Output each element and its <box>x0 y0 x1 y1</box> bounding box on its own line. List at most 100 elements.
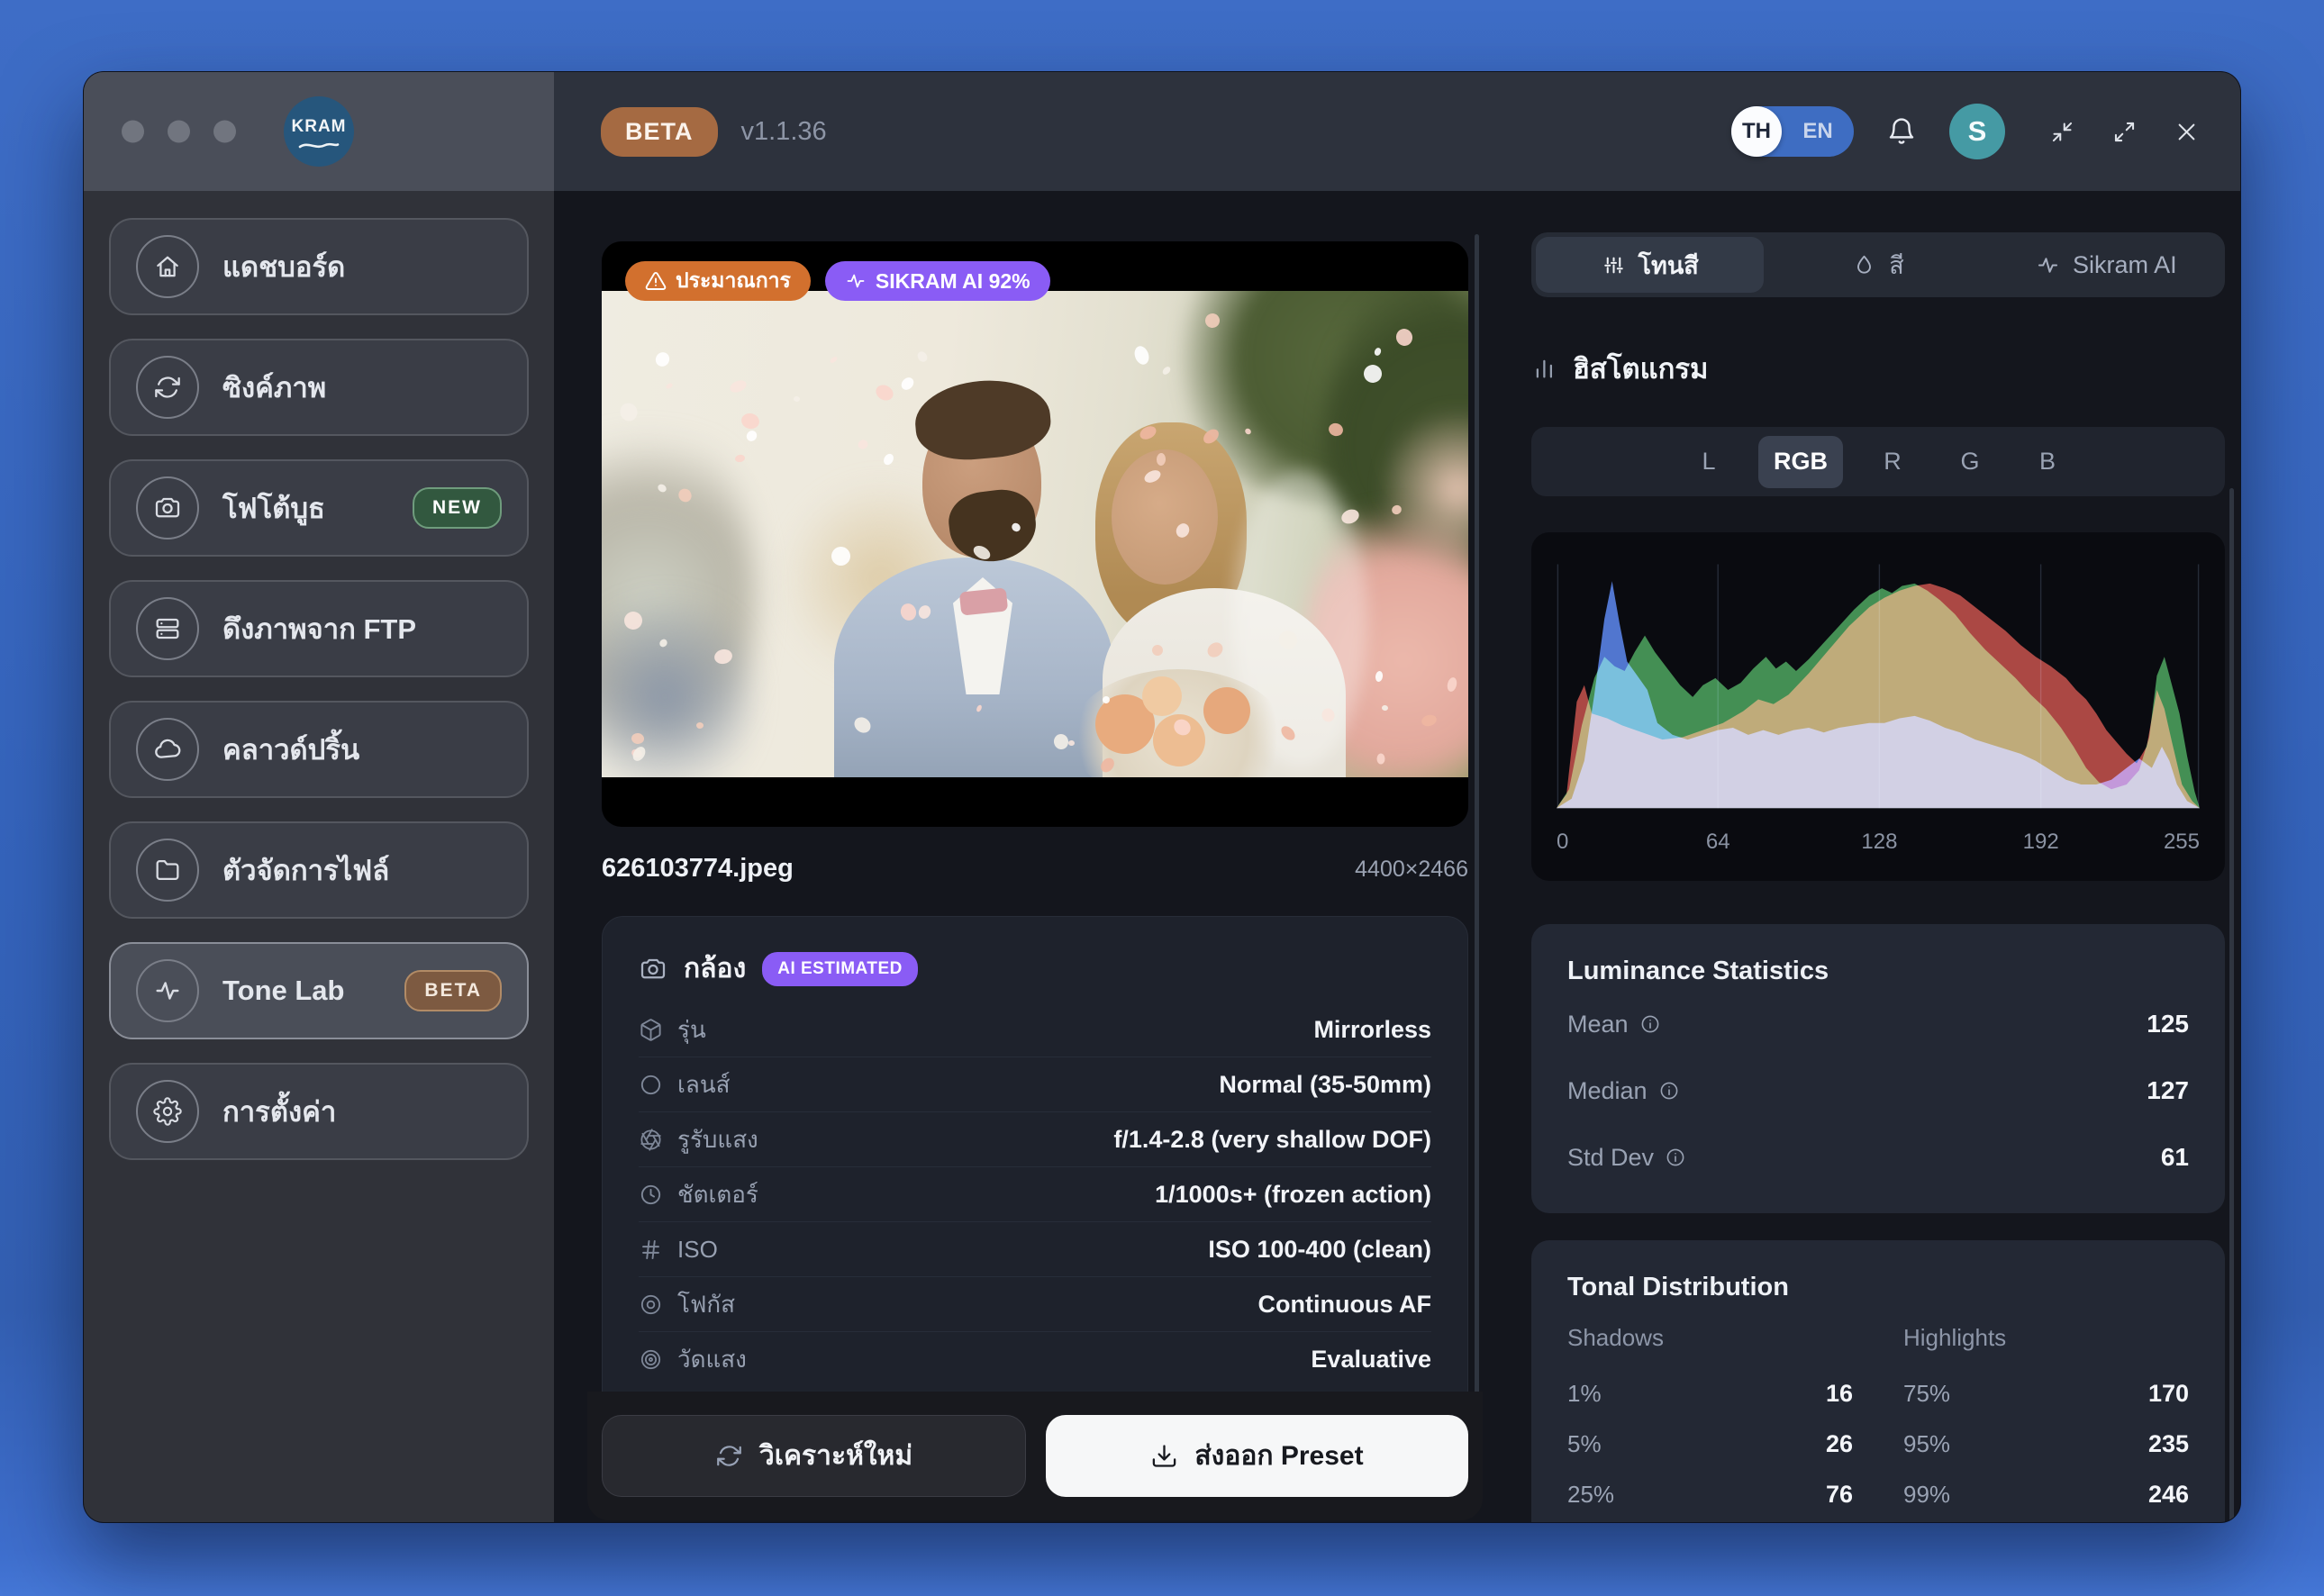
histogram-section-header: ฮิสโตแกรม <box>1531 346 2225 391</box>
histogram-axis: 0 64 128 192 255 <box>1557 826 2200 857</box>
traffic-dot-3[interactable] <box>213 121 236 143</box>
meta-row-lens: เลนส์ Normal (35-50mm) <box>639 1057 1431 1112</box>
sidebar-item-photobooth[interactable]: โฟโต้บูธ NEW <box>109 459 529 557</box>
window-close-icon[interactable] <box>2174 120 2199 144</box>
tab-label: Sikram AI <box>2073 251 2177 279</box>
panel-tabs: โทนสี สี Sikram AI <box>1531 232 2225 297</box>
channel-g[interactable]: G <box>1942 436 1998 488</box>
logo-wave-icon <box>298 139 340 151</box>
sidebar-item-file-manager[interactable]: ตัวจัดการไฟล์ <box>109 821 529 919</box>
histogram-chart <box>1557 559 2200 821</box>
focus-icon <box>639 1292 663 1317</box>
image-analysis-column: ประมาณการ SIKRAM AI 92% 626103774.jpeg 4… <box>602 191 1468 1522</box>
camera-section-title: กล้อง <box>684 948 746 990</box>
stat-value: 61 <box>2161 1143 2189 1172</box>
meta-value: Evaluative <box>1311 1346 1431 1374</box>
server-icon <box>136 597 199 660</box>
highlight-row: 95%235 <box>1903 1419 2189 1469</box>
sidebar-item-tone-lab[interactable]: Tone Lab BETA <box>109 942 529 1039</box>
file-info-row: 626103774.jpeg 4400×2466 <box>602 854 1468 884</box>
camera-icon <box>639 955 667 984</box>
meta-row-shutter: ชัตเตอร์ 1/1000s+ (frozen action) <box>639 1167 1431 1222</box>
meta-label: ISO <box>677 1236 718 1264</box>
main-scrollbar[interactable] <box>1475 234 1479 1488</box>
wedding-photo-preview <box>602 291 1468 777</box>
tab-color[interactable]: สี <box>1764 237 1992 293</box>
info-icon[interactable] <box>1658 1080 1680 1102</box>
shadows-header: Shadows <box>1567 1324 1853 1352</box>
pulse-icon <box>845 270 867 292</box>
language-th[interactable]: TH <box>1731 106 1782 157</box>
traffic-dot-2[interactable] <box>168 121 190 143</box>
tonal-pct: 25% <box>1567 1481 1614 1509</box>
header-right-cluster: TH EN S <box>1731 104 2199 159</box>
content-area: ประมาณการ SIKRAM AI 92% 626103774.jpeg 4… <box>554 191 2240 1522</box>
export-preset-button[interactable]: ส่งออก Preset <box>1046 1415 1468 1497</box>
sidebar-item-sync-photos[interactable]: ซิงค์ภาพ <box>109 339 529 436</box>
action-footer: วิเคราะห์ใหม่ ส่งออก Preset <box>587 1392 1483 1520</box>
aperture-icon <box>639 1128 663 1152</box>
stat-value: 125 <box>2147 1010 2189 1038</box>
new-badge: NEW <box>413 487 502 529</box>
sliders-icon <box>1602 253 1626 277</box>
analysis-panel: โทนสี สี Sikram AI ฮิสโตแกรม <box>1531 191 2225 1522</box>
estimate-badge-label: ประมาณการ <box>676 265 791 297</box>
camera-icon <box>136 476 199 540</box>
meta-label: โฟกัส <box>677 1286 735 1323</box>
tick-label: 64 <box>1706 830 1730 855</box>
channel-rgb[interactable]: RGB <box>1758 436 1843 488</box>
app-version: v1.1.36 <box>741 117 827 147</box>
reanalyze-button[interactable]: วิเคราะห์ใหม่ <box>602 1415 1026 1497</box>
bar-chart-icon <box>1531 355 1558 382</box>
language-en[interactable]: EN <box>1782 119 1854 144</box>
ai-estimated-badge: AI ESTIMATED <box>762 952 918 986</box>
meta-value: Mirrorless <box>1313 1016 1431 1044</box>
folder-icon <box>136 839 199 902</box>
info-icon[interactable] <box>1639 1013 1661 1035</box>
photo-badges: ประมาณการ SIKRAM AI 92% <box>625 261 1050 301</box>
tonal-pct: 75% <box>1903 1380 1950 1408</box>
stat-row-median: Median 127 <box>1567 1062 2189 1120</box>
histogram-plot <box>1557 559 2200 821</box>
tab-sikram-ai[interactable]: Sikram AI <box>1993 237 2220 293</box>
meta-value: 1/1000s+ (frozen action) <box>1155 1181 1431 1209</box>
ai-score-badge-label: SIKRAM AI 92% <box>876 269 1030 294</box>
window-minimize-icon[interactable] <box>2050 120 2074 144</box>
cloud-icon <box>136 718 199 781</box>
meta-row-focus: โฟกัส Continuous AF <box>639 1277 1431 1332</box>
shadow-row: 25%76 <box>1567 1469 1853 1519</box>
activity-icon <box>2036 253 2060 277</box>
channel-b[interactable]: B <box>2020 436 2075 488</box>
tonal-pct: 1% <box>1567 1380 1602 1408</box>
tonal-pct: 99% <box>1903 1481 1950 1509</box>
traffic-dot-1[interactable] <box>122 121 144 143</box>
channel-l[interactable]: L <box>1681 436 1737 488</box>
reanalyze-label: วิเคราะห์ใหม่ <box>759 1435 912 1477</box>
main-column: BETA v1.1.36 TH EN S <box>554 72 2240 1522</box>
language-toggle[interactable]: TH EN <box>1731 106 1854 157</box>
sidebar-item-settings[interactable]: การตั้งค่า <box>109 1063 529 1160</box>
estimate-badge: ประมาณการ <box>625 261 811 301</box>
beta-badge: BETA <box>404 970 502 1011</box>
sidebar-item-cloud-print[interactable]: คลาวด์ปริ้น <box>109 701 529 798</box>
activity-icon <box>136 959 199 1022</box>
sidebar-item-ftp-import[interactable]: ดึงภาพจาก FTP <box>109 580 529 677</box>
tonal-value: 26 <box>1826 1430 1853 1458</box>
sidebar-header: KRAM <box>84 72 554 191</box>
sidebar-item-label: ดึงภาพจาก FTP <box>222 606 416 651</box>
channel-r[interactable]: R <box>1865 436 1920 488</box>
meta-value: Continuous AF <box>1258 1291 1431 1319</box>
panel-scrollbar[interactable] <box>2229 488 2234 1522</box>
tonal-value: 246 <box>2148 1481 2189 1509</box>
clock-icon <box>639 1183 663 1207</box>
highlight-row: 99% 246 <box>1903 1469 2189 1519</box>
meta-label: ชัตเตอร์ <box>677 1176 758 1213</box>
notifications-bell-icon[interactable] <box>1886 116 1917 147</box>
window-maximize-icon[interactable] <box>2112 120 2137 144</box>
tab-tone[interactable]: โทนสี <box>1536 237 1764 293</box>
info-icon[interactable] <box>1665 1147 1686 1168</box>
stat-label-text: Mean <box>1567 1011 1629 1038</box>
app-beta-badge: BETA <box>601 107 718 157</box>
sidebar-item-dashboard[interactable]: แดชบอร์ด <box>109 218 529 315</box>
user-avatar[interactable]: S <box>1949 104 2005 159</box>
